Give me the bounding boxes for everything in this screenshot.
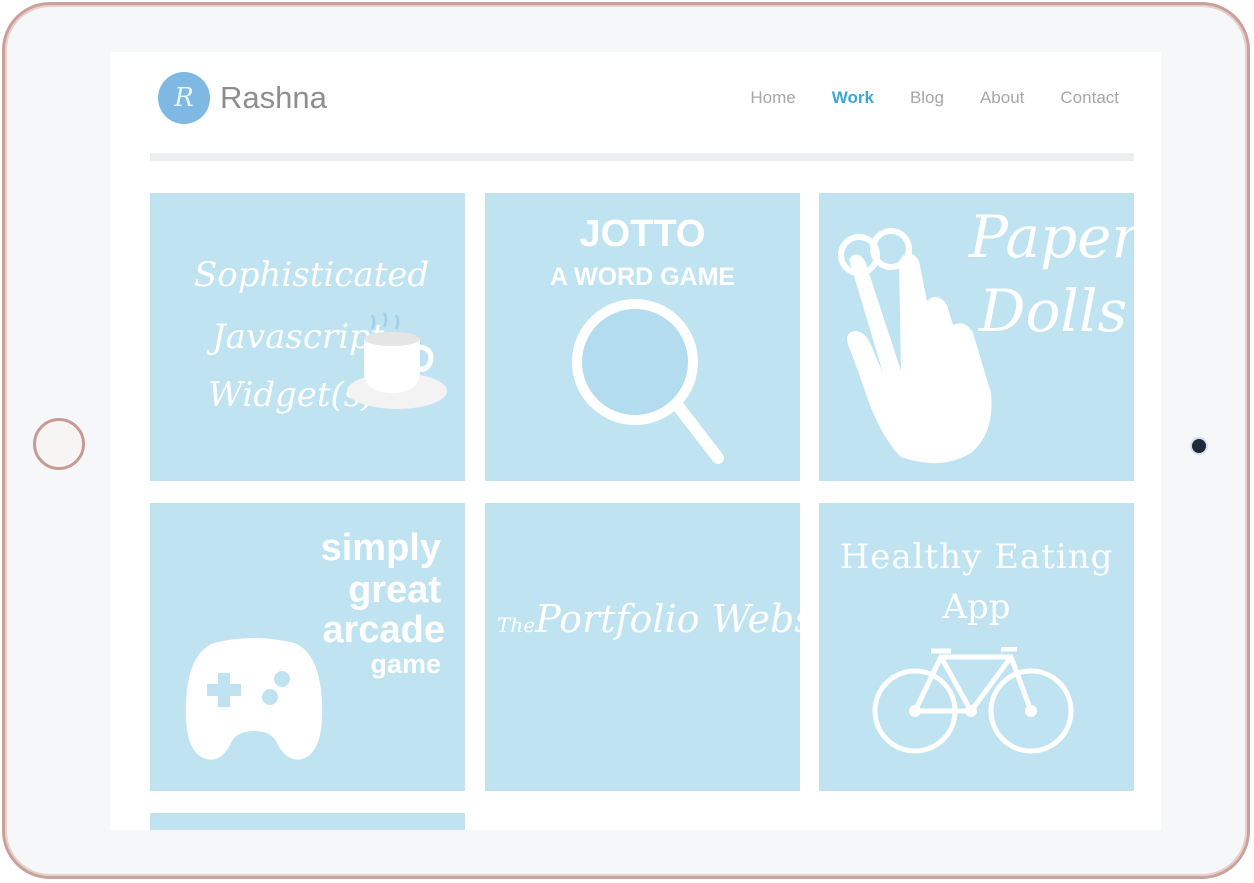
- nav-blog[interactable]: Blog: [910, 88, 944, 108]
- portfolio-title: Portfolio Website: [535, 597, 800, 641]
- main-nav: Home Work Blog About Contact: [750, 88, 1119, 108]
- tile-partial[interactable]: [150, 813, 465, 830]
- magnifier-icon: [572, 299, 724, 464]
- arcade-line4: game: [370, 649, 441, 679]
- brand-name: Rashna: [220, 80, 327, 115]
- healthy-line1: Healthy Eating: [839, 537, 1114, 577]
- arcade-line1: simply: [320, 527, 441, 569]
- nav-contact[interactable]: Contact: [1060, 88, 1119, 108]
- home-button[interactable]: [33, 418, 85, 470]
- tile-healthy-eating-app[interactable]: Healthy Eating App: [819, 503, 1134, 791]
- coffee-cup-icon: [347, 312, 447, 409]
- nav-home[interactable]: Home: [750, 88, 795, 108]
- logo-mark-icon: R: [158, 72, 210, 124]
- tile-portfolio-website[interactable]: ThePortfolio Website: [485, 503, 800, 791]
- tile-paper-dolls[interactable]: Paper Dolls: [819, 193, 1134, 481]
- jotto-subtitle: A WORD GAME: [549, 263, 736, 291]
- bicycle-icon: [872, 647, 1074, 754]
- widgets-line1: Sophisticated: [194, 255, 430, 295]
- healthy-line2: App: [942, 587, 1011, 627]
- nav-work[interactable]: Work: [832, 88, 874, 108]
- site-screen: R Rashna Home Work Blog About Contact So…: [110, 52, 1161, 830]
- paper-dolls-line1: Paper: [969, 203, 1134, 271]
- arcade-line2: great: [348, 569, 441, 611]
- logo-letter: R: [174, 83, 194, 113]
- header-divider: [150, 153, 1134, 161]
- tile-javascript-widgets[interactable]: Sophisticated Javascript Widget(s): [150, 193, 465, 481]
- gamepad-icon: [185, 638, 323, 760]
- tile-arcade-game[interactable]: simply great arcade game: [150, 503, 465, 791]
- nav-about[interactable]: About: [980, 88, 1024, 108]
- paper-dolls-line2: Dolls: [979, 277, 1128, 345]
- tile-jotto[interactable]: JOTTO A WORD GAME: [485, 193, 800, 481]
- jotto-title: JOTTO: [579, 213, 706, 255]
- camera-icon: [1192, 439, 1206, 453]
- site-logo[interactable]: R Rashna: [158, 72, 327, 124]
- arcade-line3: arcade: [322, 609, 445, 651]
- portfolio-prefix: The: [497, 613, 536, 637]
